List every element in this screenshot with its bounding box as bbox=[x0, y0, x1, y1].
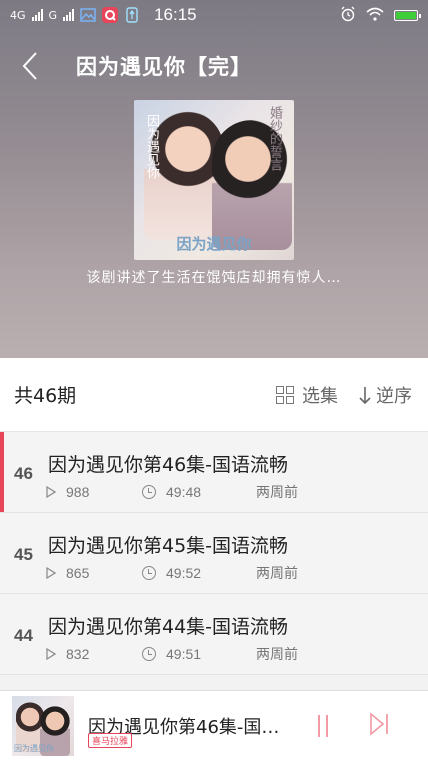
network-type-label-2: G bbox=[48, 8, 58, 22]
cover-text-bottom: 因为遇见你 bbox=[176, 235, 252, 253]
play-count-icon bbox=[46, 567, 56, 579]
play-count-icon bbox=[46, 486, 56, 498]
cover-text-right: 婚纱的誓言 bbox=[267, 106, 282, 171]
next-button[interactable] bbox=[368, 711, 390, 740]
pause-button[interactable] bbox=[318, 714, 328, 737]
episode-list: 46 因为遇见你第46集-国语流畅 988 49:48 两周前 45 因为遇见你… bbox=[0, 432, 428, 675]
episode-date: 两周前 bbox=[256, 647, 298, 663]
episode-title: 因为遇见你第44集-国语流畅 bbox=[48, 616, 289, 638]
signal-icon bbox=[31, 9, 43, 21]
play-count-icon bbox=[46, 648, 56, 660]
skip-next-icon bbox=[370, 711, 388, 736]
reverse-order-label: 逆序 bbox=[376, 385, 412, 407]
cover-text-left: 因为遇见你 bbox=[144, 114, 159, 179]
status-bar: 4G G 16:15 bbox=[0, 0, 428, 30]
alarm-icon bbox=[340, 6, 356, 25]
mini-player[interactable]: 因为遇见你 喜马拉雅 因为遇见你第46集-国… bbox=[0, 690, 428, 760]
arrow-down-icon bbox=[359, 386, 371, 404]
episode-duration: 49:48 bbox=[166, 484, 202, 500]
episode-row[interactable]: 46 因为遇见你第46集-国语流畅 988 49:48 两周前 bbox=[0, 432, 428, 513]
episode-date: 两周前 bbox=[256, 566, 298, 582]
episode-number: 45 bbox=[14, 545, 33, 564]
app-notification-icon bbox=[102, 7, 119, 23]
episode-date: 两周前 bbox=[256, 485, 298, 501]
album-description[interactable]: 该剧讲述了生活在馄饨店却拥有惊人… bbox=[0, 267, 428, 287]
play-count: 865 bbox=[66, 565, 90, 581]
title-bar: 因为遇见你【完】 bbox=[0, 40, 428, 92]
episode-number: 44 bbox=[14, 626, 33, 645]
wifi-icon bbox=[366, 7, 384, 24]
battery-icon bbox=[394, 9, 421, 21]
clock-icon bbox=[142, 566, 156, 580]
play-count: 832 bbox=[66, 646, 90, 662]
episode-title: 因为遇见你第46集-国语流畅 bbox=[48, 454, 289, 476]
clock-icon bbox=[142, 647, 156, 661]
episode-row[interactable]: 45 因为遇见你第45集-国语流畅 865 49:52 两周前 bbox=[0, 513, 428, 594]
episode-count: 共46期 bbox=[14, 385, 77, 407]
select-episodes-button[interactable]: 选集 bbox=[276, 382, 338, 408]
clock-icon bbox=[142, 485, 156, 499]
episode-row[interactable]: 44 因为遇见你第44集-国语流畅 832 49:51 两周前 bbox=[0, 594, 428, 675]
reverse-order-button[interactable]: 逆序 bbox=[358, 382, 412, 408]
clock: 16:15 bbox=[154, 5, 197, 24]
episode-duration: 49:52 bbox=[166, 565, 202, 581]
episode-toolbar: 共46期 选集 逆序 bbox=[0, 358, 428, 432]
source-badge: 喜马拉雅 bbox=[88, 733, 133, 748]
episode-duration: 49:51 bbox=[166, 646, 202, 662]
player-thumbnail[interactable]: 因为遇见你 bbox=[12, 695, 74, 756]
thumb-text: 因为遇见你 bbox=[14, 743, 54, 753]
play-count: 988 bbox=[66, 484, 90, 500]
grid-icon bbox=[276, 385, 294, 404]
signal-icon-2 bbox=[63, 9, 75, 21]
gallery-icon bbox=[80, 7, 96, 23]
back-button[interactable] bbox=[20, 51, 40, 81]
page-title: 因为遇见你【完】 bbox=[76, 55, 252, 79]
usb-icon bbox=[124, 7, 140, 23]
episode-number: 46 bbox=[14, 464, 33, 483]
pause-icon bbox=[318, 714, 320, 737]
episode-title: 因为遇见你第45集-国语流畅 bbox=[48, 535, 289, 557]
pause-icon bbox=[326, 714, 328, 737]
select-episodes-label: 选集 bbox=[302, 385, 338, 407]
album-cover: 因为遇见你 婚纱的誓言 因为遇见你 bbox=[134, 100, 294, 260]
network-type-label: 4G bbox=[10, 8, 26, 22]
chevron-left-icon bbox=[22, 52, 37, 80]
